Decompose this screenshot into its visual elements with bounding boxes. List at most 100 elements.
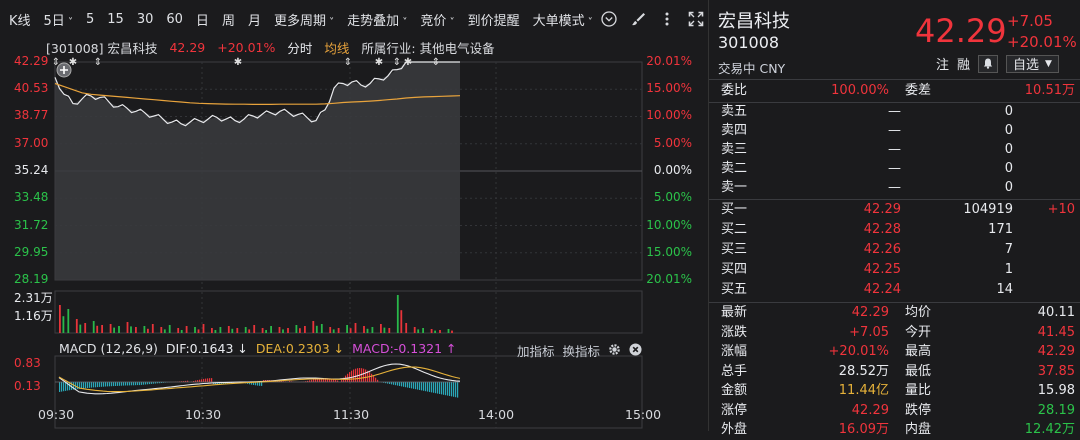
toolbar-item-7[interactable]: 周 <box>222 10 235 29</box>
brush-icon[interactable] <box>630 10 647 28</box>
stat-label: 跌停 <box>905 401 931 421</box>
volume-bar <box>316 326 318 333</box>
macd-bar <box>415 382 416 389</box>
quote-tags: 注 融 自选▼ <box>936 54 1059 73</box>
toolbar-item-0[interactable]: K线 <box>9 10 31 29</box>
y-tick-left: 28.19 <box>14 272 48 286</box>
macd-bar <box>445 382 446 395</box>
toolbar-item-11[interactable]: 竞价 ˅ <box>420 10 454 29</box>
y-tick-left: 33.48 <box>14 190 48 204</box>
volume-bar <box>400 310 402 333</box>
toolbar-item-label: 日 <box>196 14 209 29</box>
expand-icon[interactable] <box>688 10 705 28</box>
watchlist-button[interactable]: 自选▼ <box>1006 55 1059 73</box>
stat-label: 涨跌 <box>721 323 747 343</box>
event-marker-icon[interactable]: ✱ <box>234 57 242 68</box>
volume-bar <box>130 326 132 333</box>
toolbar-item-3[interactable]: 15 <box>107 12 124 27</box>
volume-bar <box>135 327 137 333</box>
volume-bar <box>304 326 306 333</box>
macd-bar <box>313 379 314 382</box>
ask-label: 卖一 <box>721 178 747 198</box>
macd-bar <box>107 382 108 386</box>
macd-bar <box>407 382 408 388</box>
toolbar-item-label: 5 <box>86 12 94 27</box>
stat-value: 42.29 <box>852 401 889 421</box>
stat-value: 42.29 <box>852 303 889 323</box>
macd-bar <box>143 382 144 385</box>
bid-row: 买一42.29104919+10 <box>709 200 1080 220</box>
toolbar-item-5[interactable]: 60 <box>166 12 183 27</box>
macd-bar <box>109 382 110 386</box>
event-marker-icon[interactable]: ⇕ <box>344 57 352 68</box>
volume-bar <box>127 322 129 333</box>
volume-area-frame <box>55 291 642 333</box>
stat-label: 量比 <box>905 381 931 401</box>
event-marker-icon[interactable]: ⇕ <box>393 57 401 68</box>
more-icon[interactable] <box>659 10 676 28</box>
volume-bar <box>299 328 301 333</box>
event-marker-icon[interactable]: ✱ <box>404 57 412 68</box>
volume-bar <box>329 327 331 333</box>
volume-bar <box>282 329 284 333</box>
toolbar-item-1[interactable]: 5日 ˅ <box>44 10 73 29</box>
toolbar-item-13[interactable]: 大单模式 ˅ <box>533 10 593 29</box>
y-tick-right: 20.01% <box>646 272 692 286</box>
add-indicator-button[interactable]: 加指标 <box>517 341 555 360</box>
x-label-1500: 15:00 <box>625 407 661 422</box>
volume-bar <box>164 329 166 333</box>
macd-dif: DIF:0.1643 ↓ <box>166 341 248 356</box>
macd-bar <box>437 382 438 394</box>
mode-fenshi[interactable]: 分时 <box>287 38 312 57</box>
macd-bar <box>123 382 124 386</box>
intraday-chart[interactable]: ⇕✱⇕✱⇕✱⇕✱⇕ [301008] 宏昌科技 42.29 +20.01% 分时… <box>0 38 706 431</box>
toolbar-item-12[interactable]: 到价提醒 <box>468 10 520 29</box>
stat-label: 金额 <box>721 381 747 401</box>
bid-row: 买二42.28171 <box>709 220 1080 240</box>
chevron-down-icon: ˅ <box>585 17 593 28</box>
macd-bar <box>99 382 100 387</box>
circle-chevron-icon[interactable] <box>601 10 618 28</box>
volume-bar <box>388 328 390 333</box>
macd-dif-value: DIF:0.1643 <box>166 341 233 356</box>
stat-value: +7.05 <box>849 323 889 343</box>
y-tick-right: 15.00% <box>646 245 692 259</box>
close-icon[interactable] <box>629 343 642 359</box>
event-marker-icon[interactable]: ⇕ <box>94 57 102 68</box>
macd-bar <box>403 382 404 387</box>
macd-bar <box>259 382 260 386</box>
ask-price: — <box>888 159 901 179</box>
event-marker-icon[interactable]: ✱ <box>375 57 383 68</box>
toolbar-item-6[interactable]: 日 <box>196 10 209 29</box>
toolbar-item-10[interactable]: 走势叠加 ˅ <box>347 10 407 29</box>
toolbar-item-4[interactable]: 30 <box>137 12 154 27</box>
ask-price: — <box>888 178 901 198</box>
volume-bar <box>417 329 419 333</box>
chevron-down-icon: ˅ <box>446 17 454 28</box>
y-tick-left: 31.72 <box>14 218 48 232</box>
volume-bar <box>203 324 205 333</box>
macd-bar <box>139 382 140 385</box>
event-marker-icon[interactable]: ⇕ <box>432 57 440 68</box>
toolbar-item-8[interactable]: 月 <box>248 10 261 29</box>
mode-junxian[interactable]: 均线 <box>324 38 349 57</box>
stat-label: 最新 <box>721 303 747 323</box>
volume-bar <box>451 331 453 333</box>
ask-row: 卖五—0 <box>709 102 1080 122</box>
toolbar-item-2[interactable]: 5 <box>86 12 94 27</box>
macd-bar <box>439 382 440 394</box>
quote-panel: 宏昌科技 301008 交易中 CNY 42.29 +7.05 +20.01% … <box>708 0 1080 431</box>
volume-bar <box>414 327 416 333</box>
macd-dea: DEA:0.2303 ↓ <box>256 341 344 356</box>
volume-bar <box>76 319 78 333</box>
macd-bar <box>457 382 458 398</box>
gear-icon[interactable] <box>608 343 621 359</box>
stat-value: 11.44亿 <box>839 381 889 401</box>
macd-bar <box>431 382 432 392</box>
macd-value: MACD:-0.1321 <box>352 341 442 356</box>
macd-bar <box>447 382 448 396</box>
volume-bar <box>67 309 69 333</box>
toolbar-item-9[interactable]: 更多周期 ˅ <box>274 10 334 29</box>
switch-indicator-button[interactable]: 换指标 <box>562 341 600 360</box>
bell-icon[interactable] <box>978 55 998 73</box>
